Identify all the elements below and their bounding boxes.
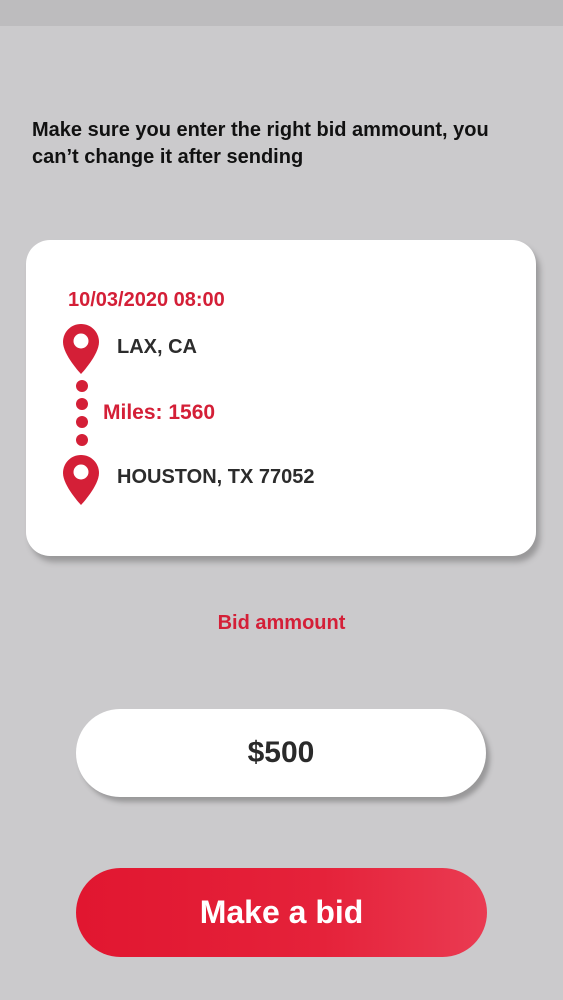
trip-card: 10/03/2020 08:00 LAX, CA Miles: 1560 HOU… [26, 240, 536, 556]
bid-amount-label: Bid ammount [217, 612, 346, 634]
status-bar [0, 0, 563, 26]
destination-pin-icon [63, 455, 99, 505]
bid-amount-input[interactable] [76, 709, 486, 797]
origin-location: LAX, CA [117, 336, 197, 358]
trip-miles: Miles: 1560 [103, 401, 216, 424]
make-bid-button[interactable]: Make a bid [76, 868, 487, 957]
destination-location: HOUSTON, TX 77052 [117, 466, 315, 488]
trip-date-time: 10/03/2020 08:00 [68, 289, 225, 311]
route-dots-icon [75, 380, 89, 450]
bid-warning-text: Make sure you enter the right bid ammoun… [32, 119, 489, 168]
origin-pin-icon [63, 324, 99, 374]
